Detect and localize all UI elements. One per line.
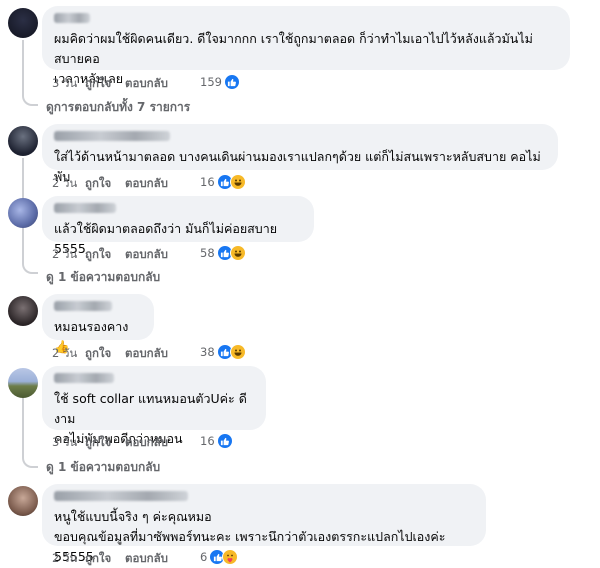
reaction-count: 159 <box>200 75 222 89</box>
reply-button[interactable]: ตอบกลับ <box>125 246 168 264</box>
reaction-summary[interactable]: 58 <box>200 245 246 261</box>
author-name-redacted[interactable] <box>54 373 114 383</box>
comment-actions: 2 วัน ถูกใจ ตอบกลับ <box>52 175 168 193</box>
reply-button[interactable]: ตอบกลับ <box>125 175 168 193</box>
view-replies-link[interactable]: ดู 1 ข้อความตอบกลับ <box>46 268 160 287</box>
avatar[interactable] <box>8 8 38 38</box>
timestamp[interactable]: 2 วัน <box>52 345 85 363</box>
timestamp[interactable]: 3 วัน <box>52 75 85 93</box>
like-icon <box>223 74 240 90</box>
reaction-count: 38 <box>200 345 215 359</box>
thread-line <box>22 396 24 454</box>
avatar[interactable] <box>8 486 38 516</box>
timestamp[interactable]: 3 วัน <box>52 434 85 452</box>
comment-actions: 3 วัน ถูกใจ ตอบกลับ <box>52 434 168 452</box>
timestamp[interactable]: 2 วัน <box>52 246 85 264</box>
reply-button[interactable]: ตอบกลับ <box>125 550 168 568</box>
reply-button[interactable]: ตอบกลับ <box>125 345 168 363</box>
haha-icon <box>229 344 246 360</box>
author-name-redacted[interactable] <box>54 131 170 141</box>
reaction-count: 6 <box>200 550 208 564</box>
thread-line <box>22 40 24 92</box>
like-button[interactable]: ถูกใจ <box>85 75 125 93</box>
like-button[interactable]: ถูกใจ <box>85 345 125 363</box>
haha-icon <box>229 174 246 190</box>
thread-connector <box>22 454 38 468</box>
like-button[interactable]: ถูกใจ <box>85 246 125 264</box>
like-button[interactable]: ถูกใจ <box>85 550 125 568</box>
like-button[interactable]: ถูกใจ <box>85 175 125 193</box>
comment-bubble: ใช้ soft collar แทนหมอนตัวUค่ะ ดีงาม คอไ… <box>42 366 266 446</box>
comment-bubble: หนูใช้แบบนี้จริง ๆ ค่ะคุณหมอ ขอบคุณข้อมู… <box>42 484 486 564</box>
comment-bubble: ผมคิดว่าผมใช้ผิดคนเดียว. ดีใจมากกก เราใช… <box>42 6 570 86</box>
reaction-count: 16 <box>200 175 215 189</box>
thread-connector <box>22 260 38 274</box>
reaction-count: 58 <box>200 246 215 260</box>
care-icon <box>222 549 239 565</box>
comment-actions: 2 วัน ถูกใจ ตอบกลับ <box>52 550 168 568</box>
comment-bubble: หมอนรองคาง 👍 <box>42 294 154 354</box>
comment-actions: 2 วัน ถูกใจ ตอบกลับ <box>52 246 168 264</box>
avatar[interactable] <box>8 296 38 326</box>
avatar[interactable] <box>8 126 38 156</box>
timestamp[interactable]: 2 วัน <box>52 175 85 193</box>
reaction-summary[interactable]: 16 <box>200 433 233 449</box>
author-name-redacted[interactable] <box>54 301 112 311</box>
comment-actions: 3 วัน ถูกใจ ตอบกลับ <box>52 75 168 93</box>
timestamp[interactable]: 2 วัน <box>52 550 85 568</box>
avatar[interactable] <box>8 198 38 228</box>
comment-bubble: ใส่ไว้ด้านหน้ามาตลอด บางคนเดินผ่านมองเรา… <box>42 124 558 184</box>
author-name-redacted[interactable] <box>54 203 116 213</box>
reply-button[interactable]: ตอบกลับ <box>125 75 168 93</box>
thread-connector <box>22 92 38 106</box>
reply-button[interactable]: ตอบกลับ <box>125 434 168 452</box>
view-replies-link[interactable]: ดูการตอบกลับทั้ง 7 รายการ <box>46 98 190 117</box>
author-name-redacted[interactable] <box>54 13 90 23</box>
avatar[interactable] <box>8 368 38 398</box>
comment-bubble: แล้วใช้ผิดมาตลอดถึงว่า มันก็ไม่ค่อยสบาย … <box>42 196 314 256</box>
reaction-count: 16 <box>200 434 215 448</box>
reaction-summary[interactable]: 16 <box>200 174 246 190</box>
reaction-summary[interactable]: 159 <box>200 74 240 90</box>
like-icon <box>216 433 233 449</box>
author-name-redacted[interactable] <box>54 491 188 501</box>
reaction-summary[interactable]: 6 <box>200 549 239 565</box>
comment-actions: 2 วัน ถูกใจ ตอบกลับ <box>52 345 168 363</box>
view-replies-link[interactable]: ดู 1 ข้อความตอบกลับ <box>46 458 160 477</box>
reaction-summary[interactable]: 38 <box>200 344 246 360</box>
like-button[interactable]: ถูกใจ <box>85 434 125 452</box>
haha-icon <box>229 245 246 261</box>
